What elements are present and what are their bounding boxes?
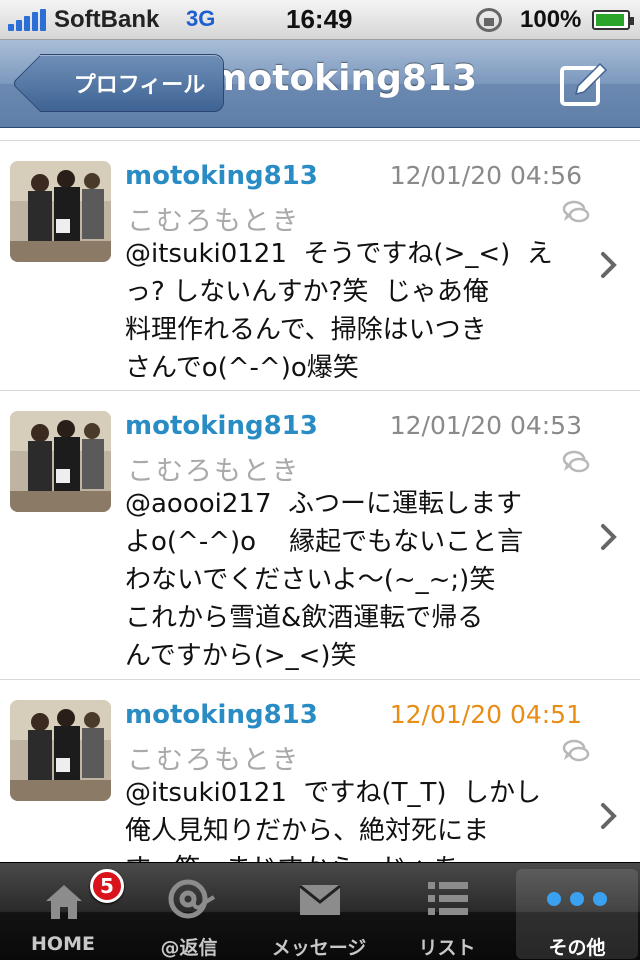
tab-home[interactable]: 5 HOME	[2, 863, 124, 960]
tab-label: その他	[548, 937, 606, 959]
battery-icon	[592, 10, 634, 30]
page-title: motoking813	[210, 58, 478, 99]
back-button[interactable]: プロフィール	[40, 54, 224, 112]
chevron-right-icon[interactable]	[600, 251, 618, 279]
back-button-wrapper: プロフィール	[30, 40, 230, 128]
tweet-row[interactable]: motoking813 12/01/20 04:53 こむろもとき @aoooi…	[0, 391, 640, 680]
back-button-label: プロフィール	[73, 73, 206, 98]
tab-messages[interactable]: メッセージ	[258, 863, 380, 960]
tweet-timeline[interactable]: motoking813 12/01/20 04:56 こむろもとき @itsuk…	[0, 129, 640, 862]
rotation-lock-icon	[476, 8, 502, 32]
network-type-label: 3G	[186, 6, 216, 31]
tab-label: リスト	[418, 937, 476, 959]
navigation-bar: プロフィール motoking813	[0, 40, 640, 128]
tweet-display-name: こむろもとき	[127, 456, 301, 487]
clock: 16:49	[286, 4, 353, 34]
notification-badge: 5	[90, 869, 124, 903]
envelope-icon	[299, 884, 341, 915]
tweet-display-name: こむろもとき	[127, 745, 301, 776]
status-bar: SoftBank 3G 16:49 100%	[0, 0, 640, 40]
tab-label: @返信	[160, 937, 218, 959]
chevron-right-icon[interactable]	[600, 802, 618, 830]
chevron-right-icon[interactable]	[600, 523, 618, 551]
more-dots-icon	[547, 892, 607, 906]
list-icon	[428, 882, 468, 915]
tweet-row[interactable]: motoking813 12/01/20 04:56 こむろもとき @itsuk…	[0, 141, 640, 391]
tab-lists[interactable]: リスト	[386, 863, 508, 960]
carrier-label: SoftBank	[54, 6, 160, 33]
tab-label: HOME	[31, 933, 95, 955]
conversation-icon[interactable]	[562, 449, 590, 475]
compose-icon[interactable]	[556, 56, 612, 112]
tweet-username[interactable]: motoking813	[125, 411, 318, 441]
tweet-timestamp: 12/01/20 04:56	[389, 161, 582, 190]
avatar[interactable]	[10, 411, 111, 512]
tweet-timestamp: 12/01/20 04:53	[389, 411, 582, 440]
tweet-text: @itsuki0121 そうですね(>_<) え っ? しないんすか?笑 じゃあ…	[125, 239, 553, 383]
avatar[interactable]	[10, 700, 111, 801]
tab-bar: 5 HOME @返信 メッセージ リスト その他	[0, 862, 640, 960]
tweet-text: @aoooi217 ふつーに運転します よo(^-^)o 縁起でもないこと言 わ…	[125, 489, 524, 671]
conversation-icon[interactable]	[562, 738, 590, 764]
tweet-row[interactable]: motoking813 12/01/20 04:51 こむろもとき @itsuk…	[0, 680, 640, 862]
home-icon	[46, 885, 82, 919]
conversation-icon[interactable]	[562, 199, 590, 225]
tab-replies[interactable]: @返信	[128, 863, 250, 960]
tweet-username[interactable]: motoking813	[125, 700, 318, 730]
battery-percent: 100%	[520, 6, 582, 33]
signal-strength-icon	[8, 9, 48, 31]
tweet-username[interactable]: motoking813	[125, 161, 318, 191]
tweet-timestamp: 12/01/20 04:51	[389, 700, 582, 729]
partial-tweet-row	[0, 129, 640, 141]
tab-label: メッセージ	[271, 937, 367, 959]
tweet-text: @itsuki0121 ですね(T_T) しかし 俺人見知りだから、絶対死にま …	[125, 778, 542, 862]
avatar[interactable]	[10, 161, 111, 262]
at-sign-icon	[168, 879, 216, 919]
tweet-display-name: こむろもとき	[127, 206, 301, 237]
tab-more[interactable]: その他	[516, 869, 638, 959]
